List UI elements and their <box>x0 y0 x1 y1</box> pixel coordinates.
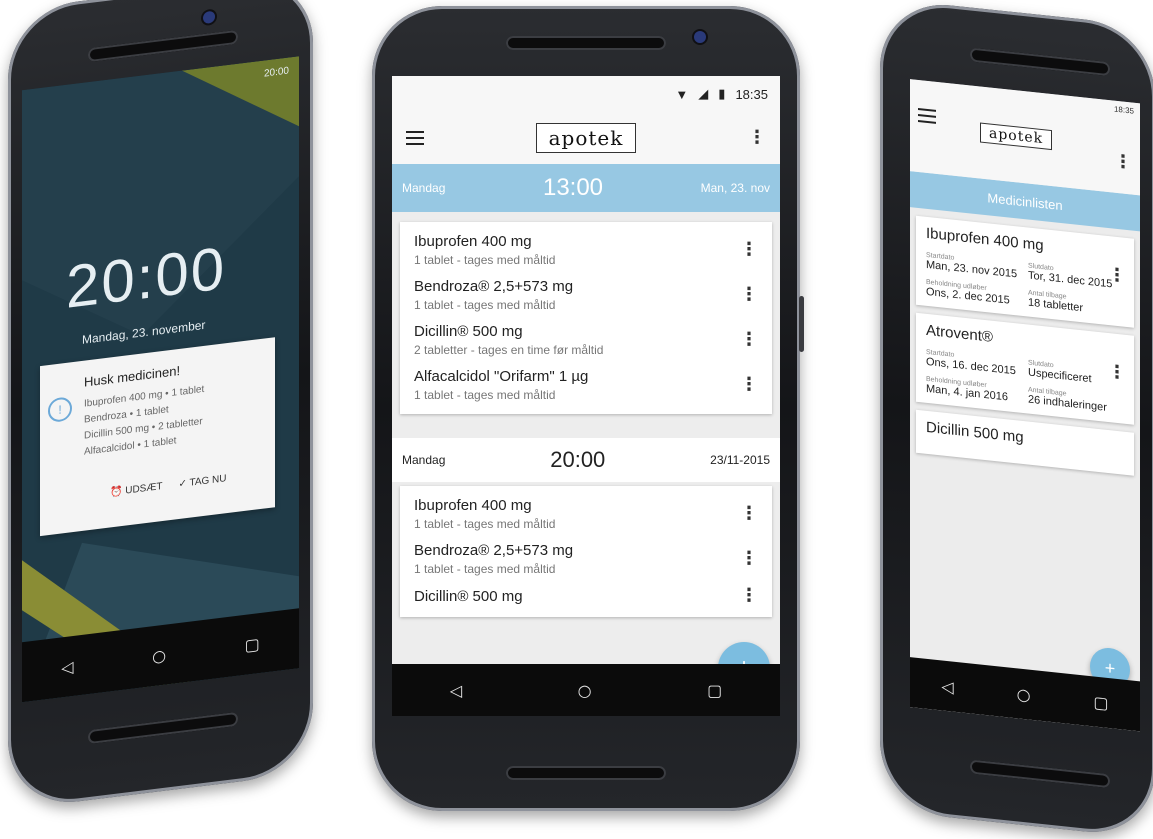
speaker-grille <box>970 47 1110 77</box>
apotek-logo: apotek <box>535 123 637 153</box>
overflow-menu-icon[interactable]: ⋮ <box>748 129 766 147</box>
item-menu-icon[interactable]: ⋮ <box>740 587 758 605</box>
power-button <box>799 296 804 352</box>
medication-name: Ibuprofen 400 mg <box>414 233 532 250</box>
item-menu-icon[interactable]: ⋮ <box>740 286 758 304</box>
medication-item[interactable]: Dicillin® 500 mg ⋮ <box>400 582 772 611</box>
back-icon[interactable]: ◁ <box>450 681 462 700</box>
menu-icon[interactable] <box>406 131 424 145</box>
medication-dose: 1 tablet - tages med måltid <box>414 253 556 267</box>
info-icon: ! <box>48 396 72 424</box>
medication-item[interactable]: Bendroza® 2,5+573 mg 1 tablet - tages med… <box>400 273 772 318</box>
battery-icon: ▮ <box>718 86 726 101</box>
item-menu-icon[interactable]: ⋮ <box>740 505 758 523</box>
alarm-icon: ⏰ <box>110 485 126 499</box>
medication-name: Dicillin® 500 mg <box>414 587 523 605</box>
medication-item[interactable]: Ibuprofen 400 mg 1 tablet - tages med mål… <box>400 228 772 273</box>
medication-name: Ibuprofen 400 mg <box>414 497 532 514</box>
app-screen: ▼ ◢ ▮ 18:35 apotek ⋮ Mandag 13:00 Man, 2… <box>392 76 780 716</box>
medication-list-screen: 18:35 apotek ⋮ Medicinlisten Ibuprofen 4… <box>910 79 1140 732</box>
item-menu-icon[interactable]: ⋮ <box>1108 361 1126 384</box>
speaker-grille <box>506 36 666 50</box>
item-menu-icon[interactable]: ⋮ <box>740 376 758 394</box>
schedule-day: Mandag <box>402 181 446 195</box>
reminder-notification[interactable]: ! Husk medicinen! Ibuprofen 400 mg • 1 t… <box>40 337 275 537</box>
lock-screen: 20:00 20:00 Mandag, 23. november ! Husk … <box>22 56 299 703</box>
medication-name: Dicillin 500 mg <box>926 418 1024 447</box>
right-phone: 18:35 apotek ⋮ Medicinlisten Ibuprofen 4… <box>880 0 1153 839</box>
schedule-date: 23/11-2015 <box>710 453 770 467</box>
schedule-day: Mandag <box>402 453 446 467</box>
schedule-time: 20:00 <box>550 447 606 472</box>
back-icon[interactable]: ◁ <box>941 676 953 696</box>
medication-detail-card[interactable]: Atrovent® ⋮ Startdato Ons, 16. dec 2015 S… <box>916 312 1134 425</box>
status-time: 18:35 <box>735 86 768 102</box>
medication-dose: 1 tablet - tages med måltid <box>414 298 556 312</box>
front-camera <box>694 31 706 43</box>
take-now-button[interactable]: ✓ TAG NU <box>178 473 226 490</box>
schedule-header: Mandag 13:00 Man, 23. nov <box>392 164 780 212</box>
item-menu-icon[interactable]: ⋮ <box>740 550 758 568</box>
wifi-icon: ▼ <box>675 86 689 102</box>
medication-detail-card[interactable]: Ibuprofen 400 mg ⋮ Startdato Man, 23. nov… <box>916 215 1134 328</box>
notification-title: Husk medicinen! <box>84 362 181 390</box>
item-menu-icon[interactable]: ⋮ <box>740 331 758 349</box>
item-menu-icon[interactable]: ⋮ <box>740 241 758 259</box>
speaker-grille <box>88 711 238 745</box>
home-icon[interactable]: ○ <box>578 681 592 700</box>
front-camera <box>203 10 215 25</box>
medication-name: Bendroza® 2,5+573 mg <box>414 278 574 295</box>
medication-name: Alfacalcidol "Orifarm" 1 µg <box>414 368 589 385</box>
medication-dose: 1 tablet - tages med måltid <box>414 562 556 576</box>
menu-icon[interactable] <box>918 107 936 124</box>
speaker-grille <box>88 29 238 63</box>
app-bar: apotek ⋮ <box>392 112 780 164</box>
overflow-menu-icon[interactable]: ⋮ <box>1114 151 1132 174</box>
medication-dose: 1 tablet - tages med måltid <box>414 388 556 402</box>
medication-item[interactable]: Ibuprofen 400 mg 1 tablet - tages med mål… <box>400 492 772 537</box>
recents-icon[interactable]: ▢ <box>1093 692 1108 713</box>
snooze-button[interactable]: ⏰ UDSÆT <box>110 481 162 498</box>
notification-line: Ibuprofen 400 mg • 1 tablet <box>84 383 205 410</box>
home-icon[interactable]: ○ <box>152 645 166 666</box>
back-icon[interactable]: ◁ <box>61 656 73 677</box>
recents-icon[interactable]: ▢ <box>707 681 722 700</box>
item-menu-icon[interactable]: ⋮ <box>1108 264 1126 287</box>
schedule-date: Man, 23. nov <box>700 181 770 195</box>
medication-item[interactable]: Dicillin® 500 mg 2 tabletter - tages en t… <box>400 318 772 363</box>
medication-card: Ibuprofen 400 mg 1 tablet - tages med mål… <box>400 486 772 617</box>
schedule-header: Mandag 20:00 23/11-2015 <box>392 438 780 482</box>
schedule-time: 13:00 <box>542 174 604 201</box>
status-bar: ▼ ◢ ▮ 18:35 <box>392 76 780 112</box>
recents-icon[interactable]: ▢ <box>245 634 260 655</box>
snooze-label: UDSÆT <box>125 481 163 497</box>
nav-bar: ◁ ○ ▢ <box>392 664 780 716</box>
left-phone: 20:00 20:00 Mandag, 23. november ! Husk … <box>8 0 313 810</box>
medication-dose: 1 tablet - tages med måltid <box>414 517 556 531</box>
medication-item[interactable]: Alfacalcidol "Orifarm" 1 µg 1 tablet - ta… <box>400 363 772 408</box>
medication-card: Ibuprofen 400 mg 1 tablet - tages med mål… <box>400 222 772 414</box>
signal-icon: ◢ <box>698 86 709 101</box>
home-icon[interactable]: ○ <box>1017 684 1031 704</box>
take-label: TAG NU <box>189 473 227 489</box>
medication-item[interactable]: Bendroza® 2,5+573 mg 1 tablet - tages med… <box>400 537 772 582</box>
speaker-grille <box>506 766 666 780</box>
center-phone: ▼ ◢ ▮ 18:35 apotek ⋮ Mandag 13:00 Man, 2… <box>372 6 804 811</box>
medication-name: Dicillin® 500 mg <box>414 323 523 340</box>
apotek-logo: apotek <box>980 122 1053 151</box>
check-icon: ✓ <box>178 477 190 491</box>
medication-dose: 2 tabletter - tages en time før måltid <box>414 343 604 357</box>
status-time: 18:35 <box>1113 104 1134 116</box>
speaker-grille <box>970 759 1110 789</box>
medication-name: Bendroza® 2,5+573 mg <box>414 542 574 559</box>
